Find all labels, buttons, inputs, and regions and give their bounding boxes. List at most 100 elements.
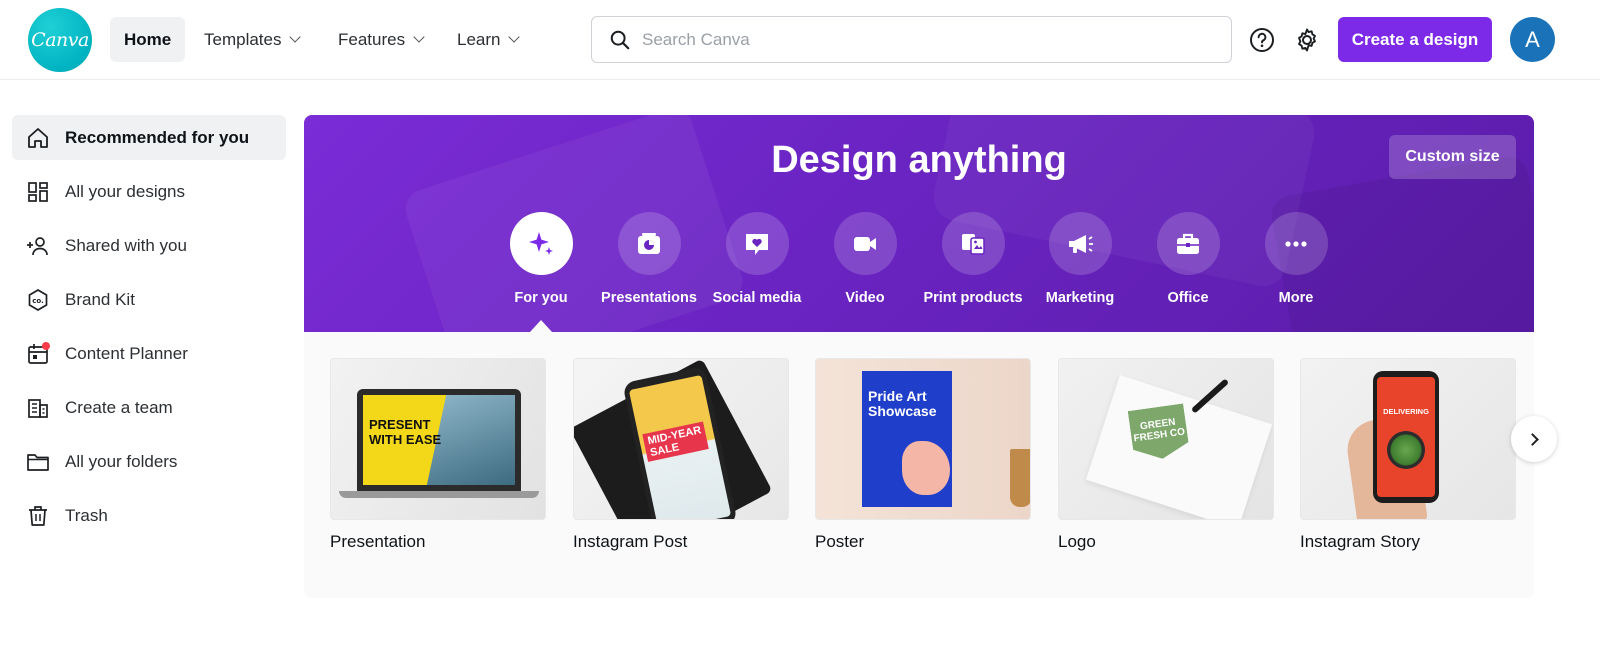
sidebar-item-label: Recommended for you	[65, 127, 250, 147]
folder-icon	[27, 453, 49, 471]
sidebar-item-create-team[interactable]: Create a team	[12, 385, 286, 430]
template-title: Instagram Story	[1300, 532, 1420, 551]
phone-screen: DELIVERING	[1377, 377, 1435, 497]
sidebar-item-label: All your designs	[65, 181, 186, 201]
building-icon	[28, 398, 48, 418]
category-presentations[interactable]: Presentations	[589, 212, 709, 306]
pencil-cup-graphic	[1010, 449, 1030, 507]
template-title: Presentation	[330, 532, 426, 551]
carousel-next-button[interactable]	[1511, 416, 1557, 462]
logo-text: Canva	[31, 29, 89, 51]
template-title: Logo	[1058, 532, 1096, 551]
sidebar-item-brand-kit[interactable]: co. Brand Kit	[12, 277, 286, 322]
sidebar-item-content-planner[interactable]: Content Planner	[12, 331, 286, 376]
sparkle-icon	[529, 231, 553, 255]
phone-graphic: DELIVERING	[1373, 371, 1439, 503]
category-social-media[interactable]: Social media	[697, 212, 817, 306]
category-label: Presentations	[601, 290, 697, 306]
home-icon	[28, 127, 48, 148]
template-card-instagram-post[interactable]: MID-YEAR SALE Instagram Post	[573, 358, 789, 552]
category-marketing[interactable]: Marketing	[1020, 212, 1140, 306]
design-anything-banner: Design anything Custom size For you Pres…	[304, 115, 1534, 332]
category-circle	[725, 212, 789, 275]
category-circle	[1264, 212, 1328, 275]
category-label: More	[1278, 290, 1314, 306]
more-dots-icon	[1285, 240, 1307, 247]
trash-icon	[29, 505, 47, 526]
category-label: Social media	[712, 290, 802, 306]
heart-chat-icon	[746, 233, 768, 255]
sidebar-item-label: Shared with you	[65, 235, 187, 255]
category-circle	[1156, 212, 1220, 275]
sidebar-item-label: Content Planner	[65, 343, 188, 363]
template-thumbnail[interactable]: Pride Art Showcase	[815, 358, 1031, 520]
search-box[interactable]	[591, 16, 1232, 63]
search-icon	[610, 30, 630, 50]
sidebar-item-label: All your folders	[65, 451, 178, 471]
chevron-down-icon	[413, 31, 425, 43]
category-print-products[interactable]: Print products	[913, 212, 1033, 306]
avatar-initial: A	[1525, 26, 1540, 52]
category-for-you[interactable]: For you	[481, 212, 601, 306]
users-icon	[27, 236, 48, 255]
banner-title: Design anything	[771, 139, 1067, 181]
thumbnail-text: PRESENT WITH EASE	[369, 417, 442, 447]
template-thumbnail[interactable]: MID-YEAR SALE	[573, 358, 789, 520]
laptop-base-graphic	[339, 491, 539, 498]
search-input[interactable]	[642, 29, 1202, 50]
category-circle	[617, 212, 681, 275]
print-products-icon	[962, 233, 985, 255]
template-title: Poster	[815, 532, 865, 551]
category-label: Office	[1167, 290, 1209, 306]
megaphone-icon	[1069, 234, 1093, 253]
category-label: Print products	[923, 290, 1023, 306]
template-title: Instagram Post	[573, 532, 688, 551]
top-bar: Canva Home Templates Features Learn Crea…	[0, 0, 1600, 80]
nav-home[interactable]: Home	[110, 17, 186, 62]
sidebar-item-shared[interactable]: Shared with you	[12, 223, 286, 268]
template-card-instagram-story[interactable]: DELIVERING Instagram Story	[1300, 358, 1516, 552]
create-design-button[interactable]: Create a design	[1338, 17, 1492, 62]
sidebar: Recommended for you All your designs Sha…	[12, 115, 286, 547]
nav-features[interactable]: Features	[338, 17, 425, 62]
category-circle	[509, 212, 573, 275]
template-thumbnail[interactable]: DELIVERING	[1300, 358, 1516, 520]
thumbnail-text: Pride Art Showcase	[868, 388, 937, 419]
nav-features-label: Features	[338, 29, 406, 49]
poster-graphic: Pride Art Showcase	[862, 371, 952, 507]
laptop-screen: PRESENT WITH EASE	[363, 395, 515, 485]
template-thumbnail[interactable]: GREEN FRESH CO	[1058, 358, 1274, 520]
user-avatar[interactable]: A	[1510, 17, 1555, 62]
category-label: Video	[845, 290, 885, 306]
thumbnail-text: MID-YEAR SALE	[642, 421, 710, 462]
sidebar-item-all-designs[interactable]: All your designs	[12, 169, 286, 214]
nav-templates-label: Templates	[204, 29, 282, 49]
chevron-right-icon	[1525, 432, 1539, 446]
video-camera-icon	[854, 236, 876, 251]
sidebar-item-folders[interactable]: All your folders	[12, 439, 286, 484]
help-icon[interactable]	[1249, 27, 1275, 53]
settings-gear-icon[interactable]	[1294, 27, 1320, 53]
custom-size-button[interactable]: Custom size	[1389, 135, 1516, 179]
sidebar-item-recommended[interactable]: Recommended for you	[12, 115, 286, 160]
template-card-presentation[interactable]: PRESENT WITH EASE Presentation	[330, 358, 546, 552]
nav-templates[interactable]: Templates	[204, 17, 302, 62]
chevron-down-icon	[289, 31, 302, 43]
category-label: For you	[514, 290, 568, 306]
nav-learn[interactable]: Learn	[457, 17, 521, 62]
brand-kit-icon: co.	[28, 288, 48, 311]
template-card-logo[interactable]: GREEN FRESH CO Logo	[1058, 358, 1274, 552]
category-office[interactable]: Office	[1128, 212, 1248, 306]
canva-logo[interactable]: Canva	[28, 8, 92, 72]
nav-learn-label: Learn	[457, 29, 501, 49]
sidebar-item-trash[interactable]: Trash	[12, 493, 286, 538]
category-video[interactable]: Video	[805, 212, 925, 306]
laptop-graphic: PRESENT WITH EASE	[357, 389, 521, 491]
grid-icon	[28, 181, 48, 202]
template-thumbnail[interactable]: PRESENT WITH EASE	[330, 358, 546, 520]
category-circle	[1048, 212, 1112, 275]
category-more[interactable]: More	[1236, 212, 1356, 306]
nav-home-label: Home	[124, 29, 172, 49]
briefcase-icon	[1177, 233, 1199, 254]
template-card-poster[interactable]: Pride Art Showcase Poster	[815, 358, 1031, 552]
